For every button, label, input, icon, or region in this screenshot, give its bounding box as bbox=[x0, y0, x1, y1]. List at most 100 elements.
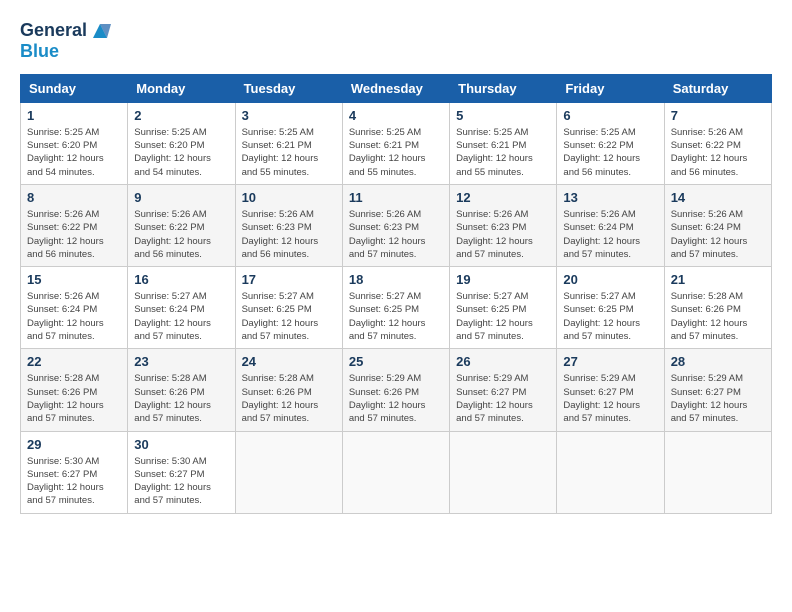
day-number: 9 bbox=[134, 190, 228, 205]
day-number: 4 bbox=[349, 108, 443, 123]
calendar-cell bbox=[664, 431, 771, 513]
calendar-cell: 13 Sunrise: 5:26 AM Sunset: 6:24 PM Dayli… bbox=[557, 184, 664, 266]
cell-text: Sunrise: 5:26 AM Sunset: 6:22 PM Dayligh… bbox=[134, 208, 228, 261]
cell-text: Sunrise: 5:26 AM Sunset: 6:22 PM Dayligh… bbox=[671, 126, 765, 179]
day-number: 29 bbox=[27, 437, 121, 452]
calendar-week-3: 15 Sunrise: 5:26 AM Sunset: 6:24 PM Dayli… bbox=[21, 267, 772, 349]
cell-text: Sunrise: 5:30 AM Sunset: 6:27 PM Dayligh… bbox=[134, 455, 228, 508]
header-day-thursday: Thursday bbox=[450, 74, 557, 102]
day-number: 25 bbox=[349, 354, 443, 369]
calendar-cell: 17 Sunrise: 5:27 AM Sunset: 6:25 PM Dayli… bbox=[235, 267, 342, 349]
day-number: 17 bbox=[242, 272, 336, 287]
day-number: 21 bbox=[671, 272, 765, 287]
cell-text: Sunrise: 5:25 AM Sunset: 6:22 PM Dayligh… bbox=[563, 126, 657, 179]
cell-text: Sunrise: 5:26 AM Sunset: 6:24 PM Dayligh… bbox=[563, 208, 657, 261]
day-number: 3 bbox=[242, 108, 336, 123]
day-number: 13 bbox=[563, 190, 657, 205]
day-number: 12 bbox=[456, 190, 550, 205]
calendar-cell: 19 Sunrise: 5:27 AM Sunset: 6:25 PM Dayli… bbox=[450, 267, 557, 349]
calendar-cell bbox=[235, 431, 342, 513]
day-number: 11 bbox=[349, 190, 443, 205]
calendar-cell: 11 Sunrise: 5:26 AM Sunset: 6:23 PM Dayli… bbox=[342, 184, 449, 266]
day-number: 19 bbox=[456, 272, 550, 287]
day-number: 22 bbox=[27, 354, 121, 369]
cell-text: Sunrise: 5:27 AM Sunset: 6:25 PM Dayligh… bbox=[563, 290, 657, 343]
cell-text: Sunrise: 5:29 AM Sunset: 6:27 PM Dayligh… bbox=[563, 372, 657, 425]
day-number: 24 bbox=[242, 354, 336, 369]
logo-blue-text: Blue bbox=[20, 42, 111, 62]
calendar-cell: 2Sunrise: 5:25 AM Sunset: 6:20 PM Daylig… bbox=[128, 102, 235, 184]
day-number: 5 bbox=[456, 108, 550, 123]
cell-text: Sunrise: 5:29 AM Sunset: 6:26 PM Dayligh… bbox=[349, 372, 443, 425]
calendar-cell: 26 Sunrise: 5:29 AM Sunset: 6:27 PM Dayli… bbox=[450, 349, 557, 431]
cell-text: Sunrise: 5:27 AM Sunset: 6:25 PM Dayligh… bbox=[456, 290, 550, 343]
calendar-cell: 22 Sunrise: 5:28 AM Sunset: 6:26 PM Dayli… bbox=[21, 349, 128, 431]
cell-text: Sunrise: 5:27 AM Sunset: 6:25 PM Dayligh… bbox=[349, 290, 443, 343]
day-number: 15 bbox=[27, 272, 121, 287]
day-number: 14 bbox=[671, 190, 765, 205]
cell-text: Sunrise: 5:26 AM Sunset: 6:23 PM Dayligh… bbox=[242, 208, 336, 261]
day-number: 30 bbox=[134, 437, 228, 452]
cell-text: Sunrise: 5:25 AM Sunset: 6:20 PM Dayligh… bbox=[134, 126, 228, 179]
day-number: 1 bbox=[27, 108, 121, 123]
cell-text: Sunrise: 5:28 AM Sunset: 6:26 PM Dayligh… bbox=[27, 372, 121, 425]
calendar-week-2: 8 Sunrise: 5:26 AM Sunset: 6:22 PM Daylig… bbox=[21, 184, 772, 266]
day-number: 28 bbox=[671, 354, 765, 369]
calendar-cell: 23Sunrise: 5:28 AM Sunset: 6:26 PM Dayli… bbox=[128, 349, 235, 431]
calendar-cell: 12 Sunrise: 5:26 AM Sunset: 6:23 PM Dayli… bbox=[450, 184, 557, 266]
calendar-cell: 9 Sunrise: 5:26 AM Sunset: 6:22 PM Daylig… bbox=[128, 184, 235, 266]
cell-text: Sunrise: 5:25 AM Sunset: 6:21 PM Dayligh… bbox=[349, 126, 443, 179]
cell-text: Sunrise: 5:26 AM Sunset: 6:24 PM Dayligh… bbox=[671, 208, 765, 261]
calendar-cell: 8Sunrise: 5:26 AM Sunset: 6:22 PM Daylig… bbox=[21, 184, 128, 266]
calendar-cell: 4 Sunrise: 5:25 AM Sunset: 6:21 PM Daylig… bbox=[342, 102, 449, 184]
calendar-cell: 20 Sunrise: 5:27 AM Sunset: 6:25 PM Dayli… bbox=[557, 267, 664, 349]
calendar-cell: 27 Sunrise: 5:29 AM Sunset: 6:27 PM Dayli… bbox=[557, 349, 664, 431]
day-number: 27 bbox=[563, 354, 657, 369]
day-number: 18 bbox=[349, 272, 443, 287]
cell-text: Sunrise: 5:29 AM Sunset: 6:27 PM Dayligh… bbox=[456, 372, 550, 425]
cell-text: Sunrise: 5:26 AM Sunset: 6:24 PM Dayligh… bbox=[27, 290, 121, 343]
calendar-cell bbox=[450, 431, 557, 513]
header-day-saturday: Saturday bbox=[664, 74, 771, 102]
calendar-cell: 10 Sunrise: 5:26 AM Sunset: 6:23 PM Dayli… bbox=[235, 184, 342, 266]
cell-text: Sunrise: 5:26 AM Sunset: 6:23 PM Dayligh… bbox=[456, 208, 550, 261]
calendar-cell: 3Sunrise: 5:25 AM Sunset: 6:21 PM Daylig… bbox=[235, 102, 342, 184]
cell-text: Sunrise: 5:26 AM Sunset: 6:23 PM Dayligh… bbox=[349, 208, 443, 261]
header-day-friday: Friday bbox=[557, 74, 664, 102]
calendar-cell: 29 Sunrise: 5:30 AM Sunset: 6:27 PM Dayli… bbox=[21, 431, 128, 513]
calendar-table: SundayMondayTuesdayWednesdayThursdayFrid… bbox=[20, 74, 772, 514]
logo-icon bbox=[89, 20, 111, 42]
day-number: 10 bbox=[242, 190, 336, 205]
day-number: 6 bbox=[563, 108, 657, 123]
header-day-sunday: Sunday bbox=[21, 74, 128, 102]
calendar-cell bbox=[342, 431, 449, 513]
header: General Blue bbox=[20, 20, 772, 62]
day-number: 20 bbox=[563, 272, 657, 287]
calendar-cell: 15 Sunrise: 5:26 AM Sunset: 6:24 PM Dayli… bbox=[21, 267, 128, 349]
header-day-monday: Monday bbox=[128, 74, 235, 102]
cell-text: Sunrise: 5:28 AM Sunset: 6:26 PM Dayligh… bbox=[242, 372, 336, 425]
calendar-cell: 28 Sunrise: 5:29 AM Sunset: 6:27 PM Dayli… bbox=[664, 349, 771, 431]
day-number: 7 bbox=[671, 108, 765, 123]
header-row: SundayMondayTuesdayWednesdayThursdayFrid… bbox=[21, 74, 772, 102]
cell-text: Sunrise: 5:25 AM Sunset: 6:21 PM Dayligh… bbox=[456, 126, 550, 179]
calendar-cell: 24 Sunrise: 5:28 AM Sunset: 6:26 PM Dayli… bbox=[235, 349, 342, 431]
calendar-cell: 5 Sunrise: 5:25 AM Sunset: 6:21 PM Daylig… bbox=[450, 102, 557, 184]
cell-text: Sunrise: 5:29 AM Sunset: 6:27 PM Dayligh… bbox=[671, 372, 765, 425]
header-day-tuesday: Tuesday bbox=[235, 74, 342, 102]
header-day-wednesday: Wednesday bbox=[342, 74, 449, 102]
cell-text: Sunrise: 5:28 AM Sunset: 6:26 PM Dayligh… bbox=[671, 290, 765, 343]
day-number: 8 bbox=[27, 190, 121, 205]
cell-text: Sunrise: 5:28 AM Sunset: 6:26 PM Dayligh… bbox=[134, 372, 228, 425]
calendar-cell: 16Sunrise: 5:27 AM Sunset: 6:24 PM Dayli… bbox=[128, 267, 235, 349]
calendar-cell: 1Sunrise: 5:25 AM Sunset: 6:20 PM Daylig… bbox=[21, 102, 128, 184]
calendar-cell: 18 Sunrise: 5:27 AM Sunset: 6:25 PM Dayli… bbox=[342, 267, 449, 349]
calendar-week-5: 29 Sunrise: 5:30 AM Sunset: 6:27 PM Dayli… bbox=[21, 431, 772, 513]
calendar-cell: 25 Sunrise: 5:29 AM Sunset: 6:26 PM Dayli… bbox=[342, 349, 449, 431]
day-number: 16 bbox=[134, 272, 228, 287]
cell-text: Sunrise: 5:27 AM Sunset: 6:25 PM Dayligh… bbox=[242, 290, 336, 343]
day-number: 26 bbox=[456, 354, 550, 369]
calendar-week-4: 22 Sunrise: 5:28 AM Sunset: 6:26 PM Dayli… bbox=[21, 349, 772, 431]
cell-text: Sunrise: 5:30 AM Sunset: 6:27 PM Dayligh… bbox=[27, 455, 121, 508]
calendar-cell bbox=[557, 431, 664, 513]
